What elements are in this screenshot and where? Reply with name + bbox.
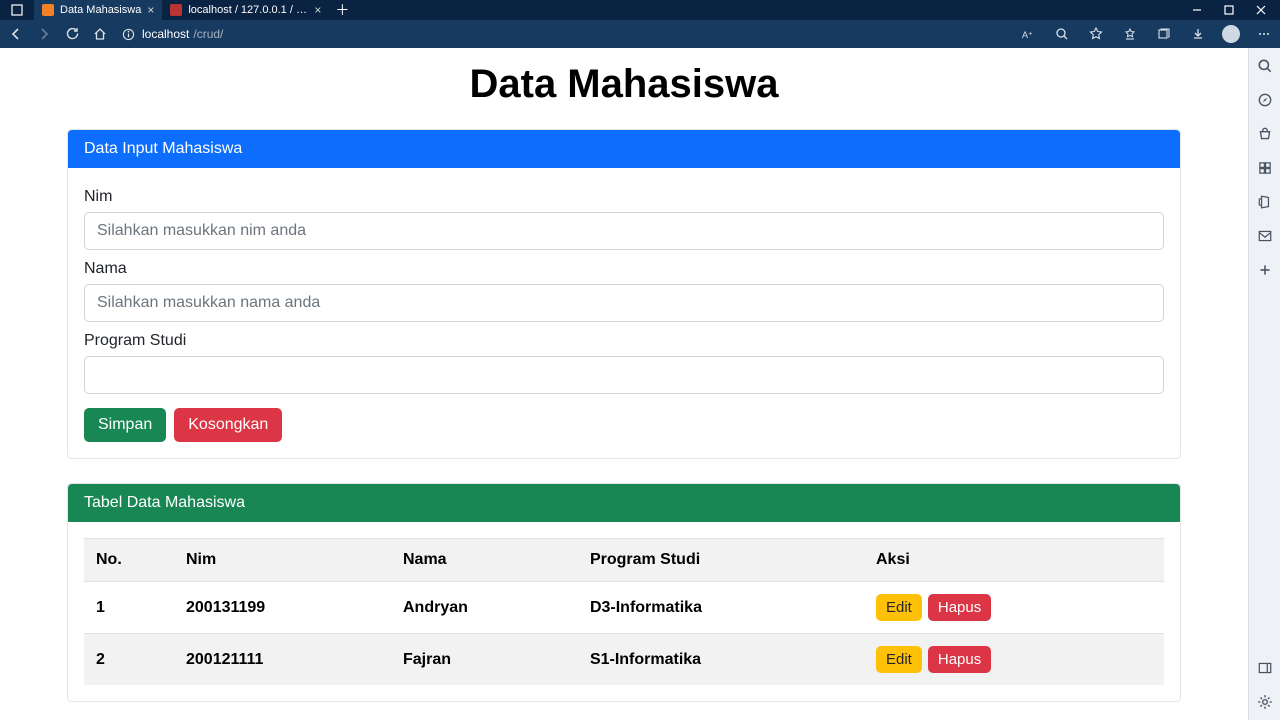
profile-avatar[interactable] [1222, 25, 1240, 43]
svg-text:A⁺: A⁺ [1022, 30, 1033, 40]
cell-aksi: EditHapus [864, 582, 1164, 634]
favorites-bar-icon[interactable] [1120, 27, 1140, 41]
table-card-header: Tabel Data Mahasiswa [68, 484, 1180, 522]
col-nama: Nama [391, 539, 578, 582]
downloads-icon[interactable] [1188, 27, 1208, 41]
read-aloud-icon[interactable]: A⁺ [1018, 27, 1038, 41]
cell-nim: 200131199 [174, 582, 391, 634]
address-bar[interactable]: localhost/crud/ [118, 27, 223, 41]
nav-refresh-button[interactable] [62, 27, 82, 41]
favorites-icon[interactable] [1086, 27, 1106, 41]
cell-nama: Andryan [391, 582, 578, 634]
nav-forward-button[interactable] [34, 27, 54, 41]
tab-close-icon[interactable]: × [314, 3, 321, 17]
reset-button[interactable]: Kosongkan [174, 408, 282, 442]
edit-button[interactable]: Edit [876, 594, 922, 621]
url-host: localhost [142, 27, 189, 41]
tab-close-icon[interactable]: × [147, 3, 154, 17]
form-card-header: Data Input Mahasiswa [68, 130, 1180, 168]
sidebar-collapse-icon[interactable] [1257, 660, 1273, 676]
input-nim[interactable] [84, 212, 1164, 250]
favicon-icon [42, 4, 54, 16]
window-titlebar: Data Mahasiswa × localhost / 127.0.0.1 /… [0, 0, 1280, 20]
sidebar-outlook-icon[interactable] [1257, 228, 1273, 244]
window-minimize-button[interactable] [1192, 5, 1206, 15]
page-title: Data Mahasiswa [67, 62, 1181, 107]
browser-toolbar: localhost/crud/ A⁺ [0, 20, 1280, 48]
label-prodi: Program Studi [84, 332, 1164, 350]
collections-icon[interactable] [1154, 27, 1174, 41]
label-nim: Nim [84, 188, 1164, 206]
col-no: No. [84, 539, 174, 582]
browser-tab-0[interactable]: Data Mahasiswa × [34, 0, 162, 20]
sidebar-settings-icon[interactable] [1257, 694, 1273, 710]
data-table: No. Nim Nama Program Studi Aksi 12001311… [84, 538, 1164, 685]
sidebar-search-icon[interactable] [1257, 58, 1273, 74]
delete-button[interactable]: Hapus [928, 594, 991, 621]
page-content: Data Mahasiswa Data Input Mahasiswa Nim … [0, 48, 1248, 720]
form-card: Data Input Mahasiswa Nim Nama Program St… [67, 129, 1181, 459]
table-row: 1200131199AndryanD3-InformatikaEditHapus [84, 582, 1164, 634]
nav-home-button[interactable] [90, 27, 110, 41]
more-menu-icon[interactable] [1254, 27, 1274, 41]
col-aksi: Aksi [864, 539, 1164, 582]
save-button[interactable]: Simpan [84, 408, 166, 442]
tab-title: localhost / 127.0.0.1 / dblatihan [188, 4, 308, 16]
window-maximize-button[interactable] [1224, 5, 1238, 15]
table-card: Tabel Data Mahasiswa No. Nim Nama Progra… [67, 483, 1181, 702]
delete-button[interactable]: Hapus [928, 646, 991, 673]
input-prodi[interactable] [84, 356, 1164, 394]
favicon-icon [170, 4, 182, 16]
window-close-button[interactable] [1256, 5, 1270, 15]
cell-prodi: S1-Informatika [578, 634, 864, 686]
input-nama[interactable] [84, 284, 1164, 322]
tab-title: Data Mahasiswa [60, 4, 141, 16]
sidebar-office-icon[interactable] [1257, 194, 1273, 210]
table-row: 2200121111FajranS1-InformatikaEditHapus [84, 634, 1164, 686]
cell-nim: 200121111 [174, 634, 391, 686]
edit-button[interactable]: Edit [876, 646, 922, 673]
cell-prodi: D3-Informatika [578, 582, 864, 634]
cell-nama: Fajran [391, 634, 578, 686]
cell-no: 2 [84, 634, 174, 686]
zoom-icon[interactable] [1052, 27, 1072, 41]
url-path: /crud/ [193, 27, 223, 41]
sidebar-shopping-icon[interactable] [1257, 126, 1273, 142]
sidebar-tools-icon[interactable] [1257, 160, 1273, 176]
col-prodi: Program Studi [578, 539, 864, 582]
browser-sidebar [1248, 48, 1280, 720]
nav-back-button[interactable] [6, 27, 26, 41]
col-nim: Nim [174, 539, 391, 582]
cell-no: 1 [84, 582, 174, 634]
label-nama: Nama [84, 260, 1164, 278]
browser-tab-1[interactable]: localhost / 127.0.0.1 / dblatihan × [162, 0, 329, 20]
sidebar-discover-icon[interactable] [1257, 92, 1273, 108]
new-tab-button[interactable]: ＋ [329, 0, 355, 20]
site-info-icon[interactable] [118, 28, 138, 41]
sidebar-add-icon[interactable] [1257, 262, 1273, 278]
cell-aksi: EditHapus [864, 634, 1164, 686]
tab-overview-button[interactable] [0, 0, 34, 20]
